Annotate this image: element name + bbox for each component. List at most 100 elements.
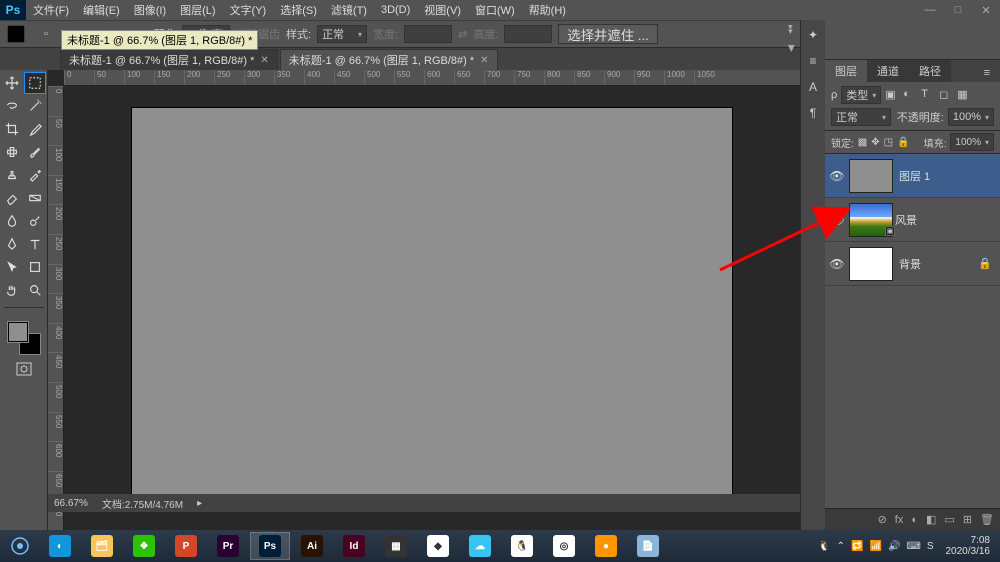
taskbar-app-notes[interactable]: 📄: [628, 532, 668, 560]
menu-image[interactable]: 图像(I): [127, 2, 173, 18]
menu-select[interactable]: 选择(S): [273, 2, 324, 18]
selection-new-icon[interactable]: ▫: [34, 23, 58, 45]
layer-mask-icon[interactable]: ◐: [911, 514, 918, 526]
fill-input[interactable]: 100%: [950, 133, 994, 151]
close-tab-icon[interactable]: ✕: [260, 55, 268, 66]
layer-group-icon[interactable]: ▭: [944, 513, 954, 526]
visibility-toggle-icon[interactable]: 👁: [825, 213, 849, 227]
eraser-tool-icon[interactable]: [1, 187, 23, 209]
quickmask-icon[interactable]: [13, 360, 35, 378]
taskbar-app-explorer[interactable]: 🗂: [82, 532, 122, 560]
taskbar-app-powerpoint[interactable]: P: [166, 532, 206, 560]
gradient-tool-icon[interactable]: [24, 187, 46, 209]
filter-adjust-icon[interactable]: ◐: [903, 88, 917, 102]
taskbar-app-premiere[interactable]: Pr: [208, 532, 248, 560]
style-dropdown[interactable]: 正常: [317, 25, 367, 43]
window-minimize-button[interactable]: —: [916, 4, 944, 16]
taskbar-app-chrome[interactable]: ◎: [544, 532, 584, 560]
taskbar-app-browser[interactable]: ◐: [40, 532, 80, 560]
filter-shape-icon[interactable]: ◻: [939, 88, 953, 102]
new-layer-icon[interactable]: ⊞: [963, 513, 972, 526]
ruler-vertical[interactable]: 0501001502002503003504004505005506006507…: [48, 86, 64, 530]
menu-file[interactable]: 文件(F): [26, 2, 76, 18]
layer-name[interactable]: 背景: [899, 256, 921, 272]
clone-stamp-tool-icon[interactable]: [1, 164, 23, 186]
layer-name[interactable]: 风景: [895, 212, 917, 228]
hand-tool-icon[interactable]: [1, 279, 23, 301]
crop-tool-icon[interactable]: [1, 118, 23, 140]
menu-help[interactable]: 帮助(H): [522, 2, 573, 18]
taskbar-clock[interactable]: 7:08 2020/3/16: [940, 535, 997, 557]
tab-channels[interactable]: 通道: [867, 60, 909, 82]
paragraph-panel-icon[interactable]: ¶: [804, 104, 822, 122]
layer-kind-dropdown[interactable]: 类型: [841, 86, 881, 104]
filter-smart-icon[interactable]: ▦: [957, 88, 971, 102]
lasso-tool-icon[interactable]: [1, 95, 23, 117]
history-panel-icon[interactable]: ✦: [804, 26, 822, 44]
document-tab[interactable]: 未标题-1 @ 66.7% (图层 1, RGB/8#) * ✕: [280, 49, 498, 70]
taskbar-app-qq[interactable]: 🐧: [502, 532, 542, 560]
taskbar-app-firefox[interactable]: ●: [586, 532, 626, 560]
blend-mode-dropdown[interactable]: 正常: [831, 108, 891, 126]
taskbar-app-video[interactable]: ▦: [376, 532, 416, 560]
menu-text[interactable]: 文字(Y): [223, 2, 274, 18]
layer-thumbnail[interactable]: [849, 159, 893, 193]
adjustment-layer-icon[interactable]: ◧: [926, 513, 936, 526]
visibility-toggle-icon[interactable]: 👁: [825, 169, 849, 183]
start-button[interactable]: [4, 532, 36, 560]
pen-tool-icon[interactable]: [1, 233, 23, 255]
history-brush-tool-icon[interactable]: [24, 164, 46, 186]
dock-collapse-chevrons[interactable]: ▸▸▶: [782, 24, 800, 54]
visibility-toggle-icon[interactable]: 👁: [825, 257, 849, 271]
path-select-tool-icon[interactable]: [1, 256, 23, 278]
properties-panel-icon[interactable]: ≡: [804, 52, 822, 70]
tray-icon-3[interactable]: 📶: [869, 541, 881, 552]
lock-artboard-icon[interactable]: ◳: [884, 137, 893, 148]
tray-icon-2[interactable]: 🔁: [851, 541, 863, 552]
tray-icon-1[interactable]: ⌃: [837, 541, 845, 552]
lock-all-icon[interactable]: 🔒: [897, 137, 909, 148]
menu-view[interactable]: 视图(V): [417, 2, 468, 18]
taskbar-app-illustrator[interactable]: Ai: [292, 532, 332, 560]
move-tool-icon[interactable]: [1, 72, 23, 94]
taskbar-app-wps[interactable]: ◆: [418, 532, 458, 560]
layer-fx-icon[interactable]: fx: [895, 514, 904, 526]
lock-position-icon[interactable]: ✥: [871, 137, 879, 148]
dodge-tool-icon[interactable]: [24, 210, 46, 232]
color-swatches[interactable]: [8, 322, 40, 354]
filter-image-icon[interactable]: ▣: [885, 88, 899, 102]
character-panel-icon[interactable]: A: [804, 78, 822, 96]
layer-thumbnail[interactable]: [849, 247, 893, 281]
canvas-viewport[interactable]: [64, 86, 800, 530]
tray-icon-0[interactable]: 🐧: [818, 541, 830, 552]
shape-tool-icon[interactable]: [24, 256, 46, 278]
filter-type-icon[interactable]: T: [921, 88, 935, 102]
status-chevron-icon[interactable]: ▸: [197, 498, 202, 509]
layer-row[interactable]: 👁 背景 🔒: [825, 242, 1000, 286]
layer-row[interactable]: 👁 ▣ 风景: [825, 198, 1000, 242]
marquee-tool-icon[interactable]: [24, 72, 46, 94]
window-close-button[interactable]: ✕: [972, 4, 1000, 17]
menu-layer[interactable]: 图层(L): [173, 2, 222, 18]
taskbar-app-indesign[interactable]: Id: [334, 532, 374, 560]
menu-filter[interactable]: 滤镜(T): [324, 2, 374, 18]
select-and-mask-button[interactable]: 选择并遮住 ...: [558, 24, 657, 44]
taskbar-app-photoshop[interactable]: Ps: [250, 532, 290, 560]
menu-window[interactable]: 窗口(W): [468, 2, 522, 18]
opacity-input[interactable]: 100%: [948, 108, 994, 126]
brush-tool-icon[interactable]: [24, 141, 46, 163]
layer-row[interactable]: 👁 图层 1: [825, 154, 1000, 198]
zoom-tool-icon[interactable]: [24, 279, 46, 301]
menu-3d[interactable]: 3D(D): [374, 4, 417, 16]
link-layers-icon[interactable]: ⊘: [878, 513, 887, 526]
tray-icon-4[interactable]: 🔊: [888, 541, 900, 552]
blur-tool-icon[interactable]: [1, 210, 23, 232]
spot-heal-tool-icon[interactable]: [1, 141, 23, 163]
document-canvas[interactable]: [132, 108, 732, 508]
window-maximize-button[interactable]: □: [944, 4, 972, 16]
delete-layer-icon[interactable]: 🗑: [980, 513, 994, 526]
menu-edit[interactable]: 编辑(E): [76, 2, 127, 18]
close-tab-icon[interactable]: ✕: [480, 55, 488, 66]
zoom-level[interactable]: 66.67%: [54, 498, 88, 509]
lock-pixels-icon[interactable]: ▩: [858, 137, 867, 148]
